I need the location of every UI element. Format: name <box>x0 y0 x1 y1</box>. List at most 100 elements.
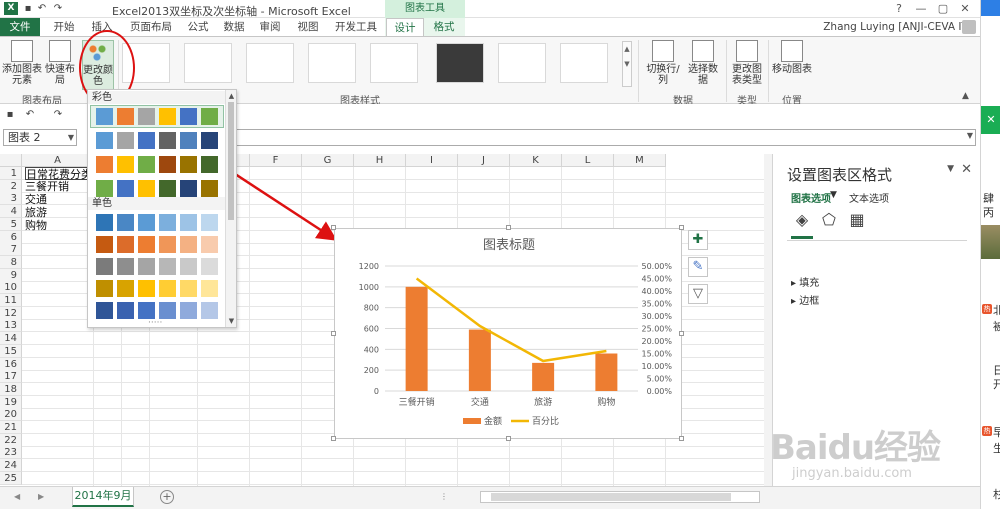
palette-swatch[interactable] <box>159 132 176 149</box>
section-fill[interactable]: ▸ 填充 <box>791 274 819 289</box>
palette-swatch[interactable] <box>96 132 113 149</box>
change-chart-type-button[interactable]: 更改图表类型 <box>730 40 764 86</box>
column-header-f[interactable]: F <box>250 154 302 167</box>
collapse-ribbon-icon[interactable]: ▲ <box>962 91 969 101</box>
formula-bar[interactable]: ▼ <box>236 129 976 146</box>
palette-swatch[interactable] <box>117 258 134 275</box>
palette-swatch[interactable] <box>117 280 134 297</box>
cell-a5[interactable]: 购物 <box>25 219 47 232</box>
close-button[interactable]: ✕ <box>954 0 976 18</box>
chart-styles-brush-icon[interactable]: ✎ <box>688 257 708 277</box>
palette-swatch[interactable] <box>117 132 134 149</box>
fill-line-icon[interactable]: ◈ <box>792 210 812 230</box>
palette-swatch[interactable] <box>201 156 218 173</box>
palette-swatch[interactable] <box>138 156 155 173</box>
row-header-24[interactable]: 24 <box>0 459 22 473</box>
row-header-11[interactable]: 11 <box>0 294 22 307</box>
palette-swatch[interactable] <box>159 108 176 125</box>
close-icon[interactable]: ✕ <box>961 162 972 177</box>
palette-swatch[interactable] <box>117 180 134 197</box>
chart-style-5[interactable] <box>370 43 418 83</box>
row-header-16[interactable]: 16 <box>0 357 22 371</box>
row-header-13[interactable]: 13 <box>0 319 22 333</box>
select-data-button[interactable]: 选择数据 <box>684 40 722 86</box>
chevron-down-icon[interactable]: ▼ <box>830 190 837 200</box>
chart-style-6[interactable] <box>436 43 484 83</box>
redo-icon[interactable]: ↷ <box>52 108 64 121</box>
cell-a4[interactable]: 旅游 <box>25 206 47 219</box>
tab-view[interactable]: 视图 <box>290 18 326 36</box>
palette-swatch[interactable] <box>159 302 176 319</box>
horizontal-scrollbar[interactable] <box>480 491 760 503</box>
add-sheet-icon[interactable]: + <box>160 490 174 504</box>
change-colors-dropdown[interactable]: 彩色 单色 ····· ▲ ▼ <box>87 89 237 328</box>
row-header-3[interactable]: 3 <box>0 192 22 206</box>
palette-swatch[interactable] <box>180 236 197 253</box>
palette-swatch[interactable] <box>201 280 218 297</box>
maximize-button[interactable]: ▢ <box>932 0 954 18</box>
column-header-g[interactable]: G <box>302 154 354 167</box>
palette-swatch[interactable] <box>201 108 218 125</box>
undo-icon[interactable]: ↶ <box>36 2 48 15</box>
row-header-22[interactable]: 22 <box>0 433 22 447</box>
add-chart-element-button[interactable]: 添加图表元素 <box>2 40 42 86</box>
chart-filter-icon[interactable]: ▽ <box>688 284 708 304</box>
palette-swatch[interactable] <box>138 258 155 275</box>
tab-data[interactable]: 数据 <box>216 18 252 36</box>
scroll-thumb[interactable] <box>228 102 234 220</box>
undo-icon[interactable]: ↶ <box>24 108 36 121</box>
row-header-4[interactable]: 4 <box>0 205 22 219</box>
row-header-6[interactable]: 6 <box>0 230 22 244</box>
tab-formulas[interactable]: 公式 <box>180 18 216 36</box>
cell-a1[interactable]: 日常花费分类 <box>25 167 92 181</box>
chart-area[interactable]: 图表标题 0 200 400 600 800 1000 1200 0.00% 5.00% 10.… <box>334 228 682 439</box>
palette-swatch[interactable] <box>117 108 134 125</box>
minimize-button[interactable]: — <box>910 0 932 18</box>
palette-swatch[interactable] <box>180 180 197 197</box>
palette-swatch[interactable] <box>138 280 155 297</box>
tab-page-layout[interactable]: 页面布局 <box>124 18 178 36</box>
resize-handle[interactable] <box>331 436 336 441</box>
palette-swatch[interactable] <box>201 180 218 197</box>
palette-swatch[interactable] <box>180 280 197 297</box>
cell-a2[interactable]: 三餐开销 <box>25 180 69 193</box>
row-header-1[interactable]: 1 <box>0 167 22 180</box>
tab-text-options[interactable]: 文本选项 <box>849 190 889 205</box>
palette-swatch[interactable] <box>138 302 155 319</box>
column-header-l[interactable]: L <box>562 154 614 167</box>
palette-swatch[interactable] <box>96 108 113 125</box>
row-header-5[interactable]: 5 <box>0 217 22 231</box>
dropdown-scrollbar[interactable]: ▲ ▼ <box>225 90 236 327</box>
scroll-down-icon[interactable]: ▼ <box>227 316 236 326</box>
row-header-8[interactable]: 8 <box>0 255 22 269</box>
resize-handle[interactable] <box>331 331 336 336</box>
tab-home[interactable]: 开始 <box>46 18 82 36</box>
sheet-prev-icon[interactable]: ◀ <box>14 492 20 501</box>
resize-handle[interactable] <box>679 331 684 336</box>
palette-swatch[interactable] <box>180 258 197 275</box>
palette-swatch[interactable] <box>180 108 197 125</box>
green-tab[interactable]: ✕ <box>981 106 1000 134</box>
chart-style-7[interactable] <box>498 43 546 83</box>
save-icon[interactable]: ▪ <box>4 108 16 121</box>
scroll-up-icon[interactable]: ▲ <box>227 91 236 101</box>
select-all-corner[interactable] <box>0 154 22 167</box>
palette-swatch[interactable] <box>96 180 113 197</box>
row-header-15[interactable]: 15 <box>0 344 22 358</box>
row-header-10[interactable]: 10 <box>0 281 22 295</box>
row-header-12[interactable]: 12 <box>0 306 22 320</box>
row-header-20[interactable]: 20 <box>0 408 22 422</box>
palette-swatch[interactable] <box>159 258 176 275</box>
effects-pentagon-icon[interactable]: ⬠ <box>819 210 839 230</box>
row-header-25[interactable]: 25 <box>0 471 22 485</box>
palette-swatch[interactable] <box>201 302 218 319</box>
row-header-17[interactable]: 17 <box>0 370 22 384</box>
palette-swatch[interactable] <box>96 258 113 275</box>
column-header-j[interactable]: J <box>458 154 510 167</box>
palette-swatch[interactable] <box>96 214 113 231</box>
tab-file[interactable]: 文件 <box>0 18 40 36</box>
resize-handle[interactable] <box>331 225 336 230</box>
resize-handle[interactable] <box>506 225 511 230</box>
quick-layout-button[interactable]: 快速布局 <box>42 40 78 86</box>
tab-chart-options[interactable]: 图表选项 <box>791 190 831 205</box>
